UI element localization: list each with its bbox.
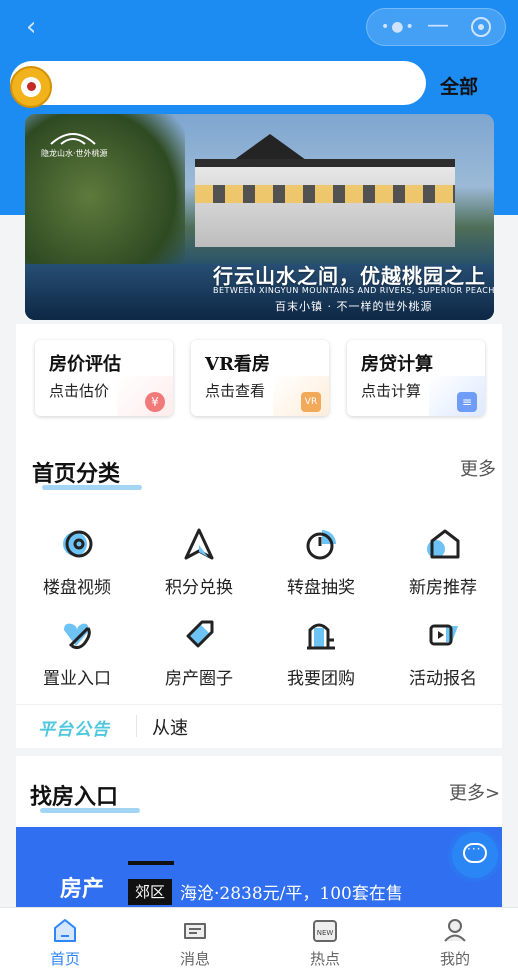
category-item[interactable]: 积分兑换 [144,527,254,598]
category-label: 活动报名 [409,669,477,689]
category-item[interactable]: 房产圈子 [144,618,254,689]
notice-divider [136,715,137,737]
tab-mine[interactable]: 我的 [415,908,495,976]
vr-view-card[interactable]: VR看房 点击查看 VR [191,340,329,416]
categories-more-link[interactable]: 更多 [460,455,496,481]
price-evaluation-card[interactable]: 房价评估 点击估价 ¥ [35,340,173,416]
bottom-tab-bar: 首页 消息 NEW 热点 我的 [0,907,518,976]
banner-caption-en: BETWEEN XINGYUN MOUNTAINS AND RIVERS, SU… [213,286,494,295]
tab-label: 消息 [179,950,210,968]
house-card-info: 海沧·2838元/平，100套在售 [180,884,403,904]
chat-bubble-icon [463,842,487,863]
banner-caption-sub: 百末小镇 · 不一样的世外桃源 [275,300,433,313]
flag-icon [429,624,458,646]
app-logo-icon [10,66,52,108]
card-title: 房贷计算 [361,354,433,375]
card-subtitle: 点击查看 [205,382,266,400]
house-recommend-card[interactable]: 房产 郊区 海沧·2838元/平，100套在售 [16,827,502,907]
user-icon [444,919,466,942]
tab-home[interactable]: 首页 [25,908,105,976]
house-icon [427,529,460,559]
card-subtitle: 点击估价 [49,382,110,400]
tab-label: 热点 [309,950,340,968]
house-card-title: 房产 [60,876,105,902]
house-section-title: 找房入口 [30,779,140,813]
category-label: 房产圈子 [165,669,233,689]
close-target-icon[interactable] [471,17,491,37]
mini-program-capsule: •●• — [366,8,506,46]
back-icon[interactable]: ‹ [26,12,56,42]
category-label: 积分兑换 [165,578,233,598]
tab-label: 我的 [439,950,470,968]
label-tag-icon [186,620,214,648]
search-input[interactable] [10,61,426,105]
all-button[interactable]: 全部 [440,72,478,99]
category-label: 置业入口 [43,669,111,689]
heart-tag-icon [64,623,91,650]
card-title: 房价评估 [49,354,121,375]
pie-wheel-icon [306,530,336,560]
category-item[interactable]: 转盘抽奖 [266,527,376,598]
category-item[interactable]: 新房推荐 [388,527,498,598]
notice-text: 从速 [152,718,188,739]
notice-bar[interactable]: 平台公告 从速 [16,704,502,747]
category-item[interactable]: 活动报名 [388,618,498,689]
house-card-bar [128,861,174,865]
calculator-icon: ≡ [457,392,477,412]
category-item[interactable]: 楼盘视频 [22,527,132,598]
news-icon: NEW [313,920,337,942]
more-dots-icon[interactable]: •●• [381,19,416,35]
banner-caption: 行云山水之间，优越桃园之上 [213,264,486,288]
banner-building [195,159,455,247]
card-title: VR看房 [205,354,270,375]
category-label: 新房推荐 [409,578,477,598]
building-icon [307,623,335,650]
categories-section-title: 首页分类 [32,456,142,490]
home-icon [54,919,76,942]
notice-tag: 平台公告 [38,720,110,740]
loan-calculator-card[interactable]: 房贷计算 点击计算 ≡ [347,340,485,416]
chat-button[interactable] [452,832,498,878]
banner-pavilion [234,134,306,160]
card-decoration [117,376,173,416]
tab-message[interactable]: 消息 [155,908,235,976]
category-label: 转盘抽奖 [287,578,355,598]
district-badge: 郊区 [128,879,172,905]
category-item[interactable]: 我要团购 [266,618,376,689]
tab-hot[interactable]: NEW 热点 [285,908,365,976]
category-label: 我要团购 [287,669,355,689]
message-icon [184,923,206,939]
vr-icon: VR [301,392,321,412]
navigation-arrow-icon [184,528,214,560]
tab-label: 首页 [49,950,80,968]
minimize-icon[interactable]: — [427,13,449,38]
category-item[interactable]: 置业入口 [22,618,132,689]
yen-icon: ¥ [145,392,165,412]
svg-text:NEW: NEW [317,929,334,937]
hero-banner[interactable]: 隐龙山水·世外桃源 行云山水之间，优越桃园之上 BETWEEN XINGYUN … [25,114,494,320]
video-disc-icon [63,530,93,558]
category-label: 楼盘视频 [43,578,111,598]
card-subtitle: 点击计算 [361,382,422,400]
banner-logo-text: 隐龙山水·世外桃源 [41,149,108,158]
house-more-link[interactable]: 更多> [449,779,500,805]
